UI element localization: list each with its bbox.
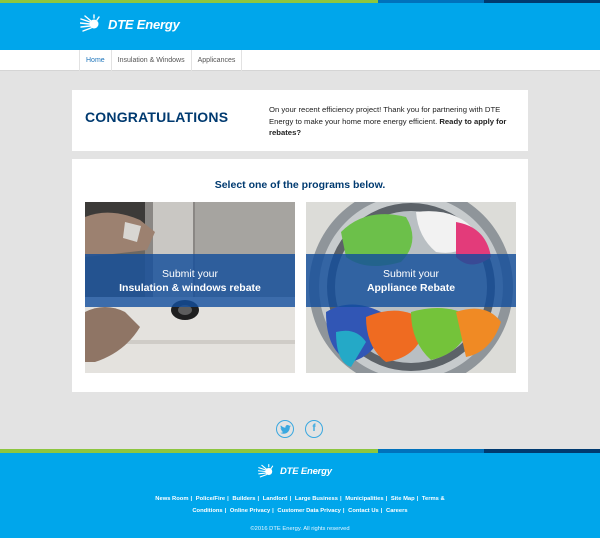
appliance-banner-line2: Appliance Rebate: [366, 281, 456, 294]
footer-logo-text: DTE Energy: [280, 466, 332, 477]
appliance-rebate-banner[interactable]: Submit your Appliance Rebate: [306, 254, 516, 307]
footer-link-news-room[interactable]: News Room: [155, 496, 188, 502]
programs-title: Select one of the programs below.: [214, 179, 386, 191]
footer-link-municipalities[interactable]: Municipalities: [345, 496, 383, 502]
nav-appliances[interactable]: Applicances: [192, 50, 243, 71]
footer-logo[interactable]: DTE Energy: [258, 463, 332, 480]
footer-link-contact-us[interactable]: Contact Us: [348, 508, 379, 514]
congrats-message: On your recent efficiency project! Thank…: [269, 104, 514, 139]
footer-link-landlord[interactable]: Landlord: [263, 496, 288, 502]
dte-logo[interactable]: DTE Energy: [80, 13, 180, 35]
insulation-windows-rebate-card[interactable]: Submit your Insulation & windows rebate: [85, 202, 295, 373]
appliance-banner-line1: Submit your: [382, 267, 440, 280]
twitter-icon: [279, 424, 291, 434]
twitter-button[interactable]: [276, 420, 294, 438]
footer-link-builders[interactable]: Builders: [232, 496, 255, 502]
nav-home[interactable]: Home: [79, 50, 112, 71]
footer-link-customer-data-privacy[interactable]: Customer Data Privacy: [277, 508, 340, 514]
programs-panel: Select one of the programs below. Submit…: [72, 159, 528, 392]
footer-link-police-fire[interactable]: Police/Fire: [196, 496, 225, 502]
congrats-panel: CONGRATULATIONS On your recent efficienc…: [72, 90, 528, 151]
main-nav: Home Insulation & Windows Applicances: [0, 50, 600, 71]
footer: DTE Energy News Room | Police/Fire | Build…: [0, 453, 600, 538]
insulation-banner-line1: Submit your: [161, 267, 219, 280]
facebook-button[interactable]: f: [305, 420, 323, 438]
dte-sun-icon: [258, 464, 274, 478]
insulation-rebate-banner[interactable]: Submit your Insulation & windows rebate: [85, 254, 295, 307]
footer-link-careers[interactable]: Careers: [386, 508, 408, 514]
header: DTE Energy: [0, 3, 600, 50]
dte-sun-icon: [80, 14, 100, 32]
nav-insulation-windows[interactable]: Insulation & Windows: [112, 50, 192, 71]
insulation-banner-line2: Insulation & windows rebate: [119, 281, 261, 294]
congrats-heading: CONGRATULATIONS: [85, 109, 229, 125]
footer-links: News Room | Police/Fire | Builders | Landlo…: [155, 496, 445, 514]
appliance-rebate-card[interactable]: Submit your Appliance Rebate: [306, 202, 516, 373]
logo-text: DTE Energy: [108, 16, 180, 32]
footer-link-site-map[interactable]: Site Map: [391, 496, 415, 502]
footer-link-online-privacy[interactable]: Online Privacy: [230, 508, 270, 514]
facebook-icon: f: [312, 423, 316, 434]
footer-link-large-business[interactable]: Large Business: [295, 496, 338, 502]
copyright: ©2016 DTE Energy. All rights reserved: [250, 526, 350, 532]
